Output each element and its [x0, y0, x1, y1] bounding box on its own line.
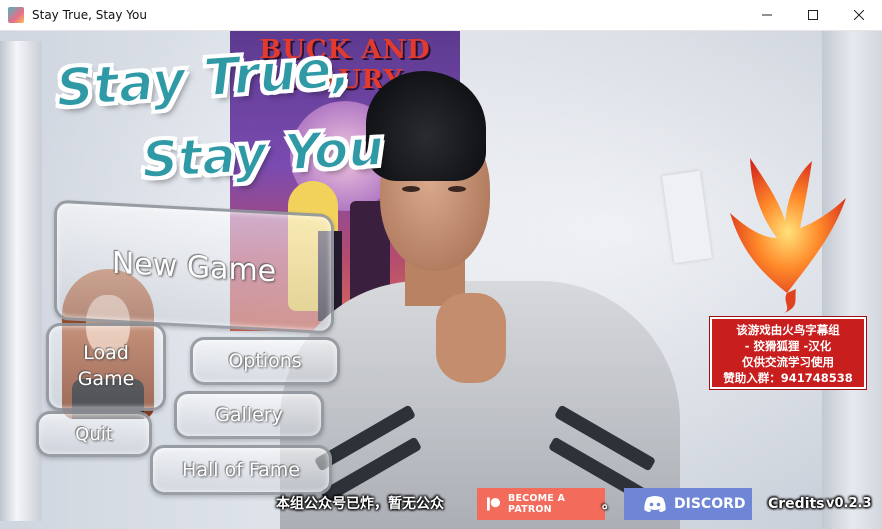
- gallery-button[interactable]: Gallery: [174, 391, 324, 439]
- new-game-button[interactable]: New Game: [54, 199, 334, 335]
- game-logo: Stay True, Stay You: [53, 38, 387, 209]
- logo-line-2: Stay You: [140, 118, 387, 191]
- minimize-button[interactable]: [744, 0, 790, 31]
- become-a-patron-button[interactable]: BECOME A PATRON: [477, 488, 605, 520]
- notice-line-3: 仅供交流学习使用: [742, 355, 834, 369]
- options-button[interactable]: Options: [190, 337, 340, 385]
- load-game-label-2: Game: [77, 368, 135, 390]
- notice-line-1: 该游戏由火鸟字幕组: [736, 323, 840, 337]
- maximize-icon: [808, 10, 818, 20]
- discord-icon: [644, 496, 666, 512]
- notice-line-2: - 狡猾狐狸 -汉化: [744, 339, 832, 353]
- door-frame: [0, 41, 42, 521]
- character-eye: [402, 186, 420, 192]
- close-icon: [854, 10, 864, 20]
- load-game-label-1: Load: [83, 342, 129, 365]
- minimize-icon: [762, 14, 772, 16]
- load-game-button[interactable]: Load Game: [46, 323, 166, 411]
- hall-of-fame-label: Hall of Fame: [182, 459, 300, 481]
- logo-line-1: Stay True,: [53, 38, 354, 120]
- hall-of-fame-button[interactable]: Hall of Fame: [150, 445, 332, 495]
- subtitle-tail: 。: [602, 496, 616, 512]
- quit-label: Quit: [75, 423, 113, 445]
- discord-button[interactable]: DISCORD: [624, 488, 752, 520]
- app-logo-icon: [8, 7, 24, 23]
- maximize-button[interactable]: [790, 0, 836, 31]
- phoenix-icon: [730, 158, 846, 313]
- subtitle-text: 本组公众号已炸，暂无公众: [276, 496, 444, 512]
- version-label: v0.2.3: [826, 496, 872, 511]
- notice-line-4: 赞助入群：941748538: [723, 371, 853, 385]
- character-hand: [436, 293, 506, 383]
- quit-button[interactable]: Quit: [36, 411, 152, 457]
- window-titlebar[interactable]: Stay True, Stay You: [0, 0, 882, 31]
- translation-notice: 该游戏由火鸟字幕组 - 狡猾狐狸 -汉化 仅供交流学习使用 赞助入群：94174…: [710, 317, 866, 389]
- credits-button[interactable]: Credits: [768, 496, 825, 512]
- main-menu-scene: BUCK AND MAURY Stay True, Stay You New G…: [0, 31, 882, 529]
- window-title: Stay True, Stay You: [32, 8, 147, 22]
- gallery-label: Gallery: [215, 404, 283, 426]
- patron-label: BECOME A PATRON: [508, 493, 566, 515]
- discord-label: DISCORD: [674, 496, 746, 512]
- options-label: Options: [228, 350, 302, 372]
- patreon-icon: [487, 497, 501, 511]
- new-game-label: New Game: [111, 245, 277, 289]
- close-button[interactable]: [836, 0, 882, 31]
- character-eye: [448, 186, 466, 192]
